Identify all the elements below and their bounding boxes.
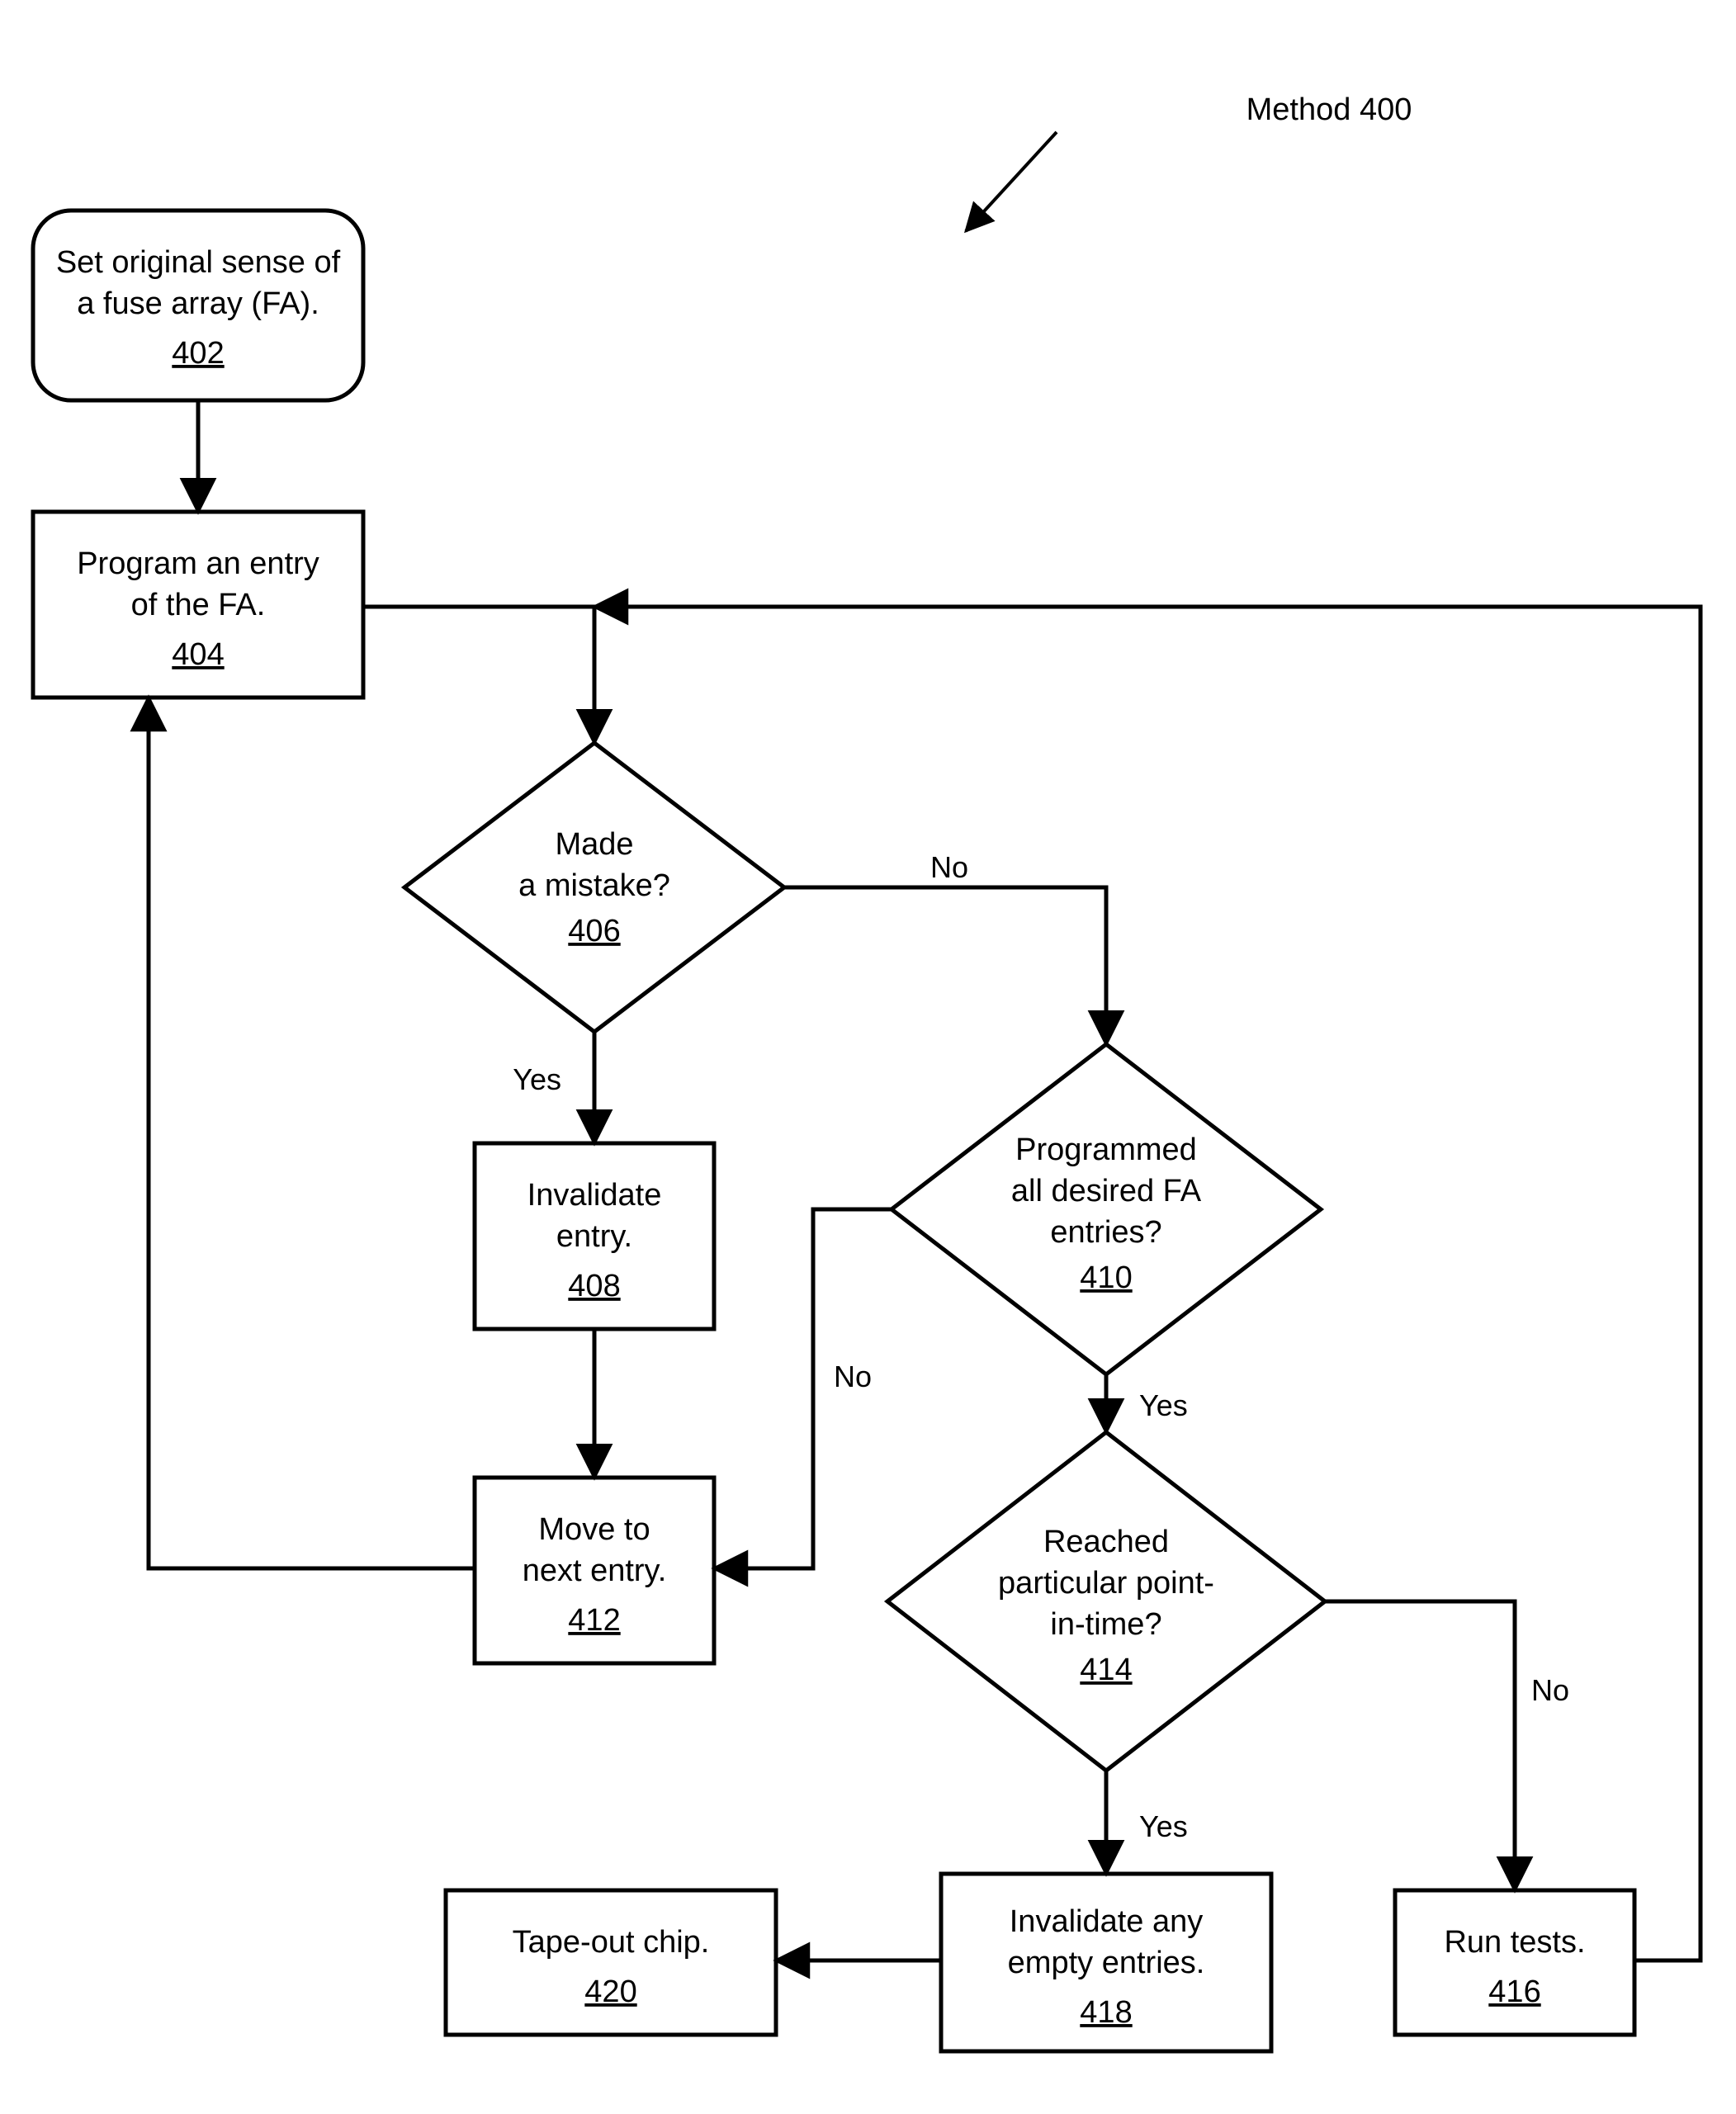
node-416-line1: Run tests. — [1444, 1925, 1585, 1960]
node-414-line3: in-time? — [1050, 1607, 1161, 1642]
flowchart: Method 400 Set original sense of a fuse … — [0, 0, 1736, 2114]
node-412-ref: 412 — [568, 1603, 620, 1638]
node-408-ref: 408 — [568, 1269, 620, 1303]
node-404-line1: Program an entry — [77, 546, 319, 581]
edge-406-410 — [784, 887, 1106, 1044]
edge-410-414-label: Yes — [1139, 1388, 1188, 1422]
node-420: Tape-out chip. 420 — [446, 1890, 776, 2035]
node-410-line2: all desired FA — [1011, 1174, 1202, 1208]
node-416: Run tests. 416 — [1395, 1890, 1634, 2035]
node-414-line1: Reached — [1043, 1525, 1169, 1559]
node-402-ref: 402 — [172, 336, 224, 371]
edge-414-418-label: Yes — [1139, 1809, 1188, 1843]
node-412-line1: Move to — [538, 1512, 650, 1547]
node-402: Set original sense of a fuse array (FA).… — [33, 210, 363, 400]
edge-406-410-label: No — [930, 850, 968, 884]
edge-414-416 — [1325, 1601, 1515, 1890]
node-406-line1: Made — [555, 827, 633, 862]
node-404-ref: 404 — [172, 637, 224, 672]
method-label: Method 400 — [966, 92, 1412, 231]
node-412-line2: next entry. — [523, 1554, 667, 1588]
node-410: Programmed all desired FA entries? 410 — [892, 1044, 1321, 1374]
node-420-ref: 420 — [584, 1974, 636, 2009]
node-408-line1: Invalidate — [527, 1178, 662, 1213]
node-418-ref: 418 — [1080, 1995, 1132, 2030]
node-420-line1: Tape-out chip. — [513, 1925, 710, 1960]
node-410-line3: entries? — [1050, 1215, 1161, 1250]
node-402-line2: a fuse array (FA). — [77, 286, 319, 321]
node-416-ref: 416 — [1488, 1974, 1540, 2009]
edge-406-408-label: Yes — [513, 1062, 561, 1096]
node-406-line2: a mistake? — [518, 868, 670, 903]
node-418-line1: Invalidate any — [1010, 1904, 1204, 1939]
node-412: Move to next entry. 412 — [475, 1478, 714, 1663]
node-414-line2: particular point- — [998, 1566, 1214, 1601]
node-406-ref: 406 — [568, 914, 620, 948]
node-418-line2: empty entries. — [1008, 1946, 1205, 1980]
node-414-ref: 414 — [1080, 1653, 1132, 1687]
node-402-line1: Set original sense of — [56, 245, 341, 280]
node-404: Program an entry of the FA. 404 — [33, 512, 363, 698]
node-410-ref: 410 — [1080, 1260, 1132, 1295]
node-410-line1: Programmed — [1015, 1133, 1197, 1167]
node-404-line2: of the FA. — [131, 588, 266, 622]
edge-410-412-label: No — [834, 1360, 872, 1393]
edge-412-404 — [149, 698, 475, 1568]
edge-414-416-label: No — [1531, 1673, 1569, 1707]
node-406: Made a mistake? 406 — [404, 743, 784, 1032]
node-408-line2: entry. — [556, 1219, 632, 1254]
node-414: Reached particular point- in-time? 414 — [887, 1432, 1325, 1771]
node-408: Invalidate entry. 408 — [475, 1143, 714, 1329]
node-418: Invalidate any empty entries. 418 — [941, 1874, 1271, 2051]
method-label-text: Method 400 — [1246, 92, 1412, 127]
